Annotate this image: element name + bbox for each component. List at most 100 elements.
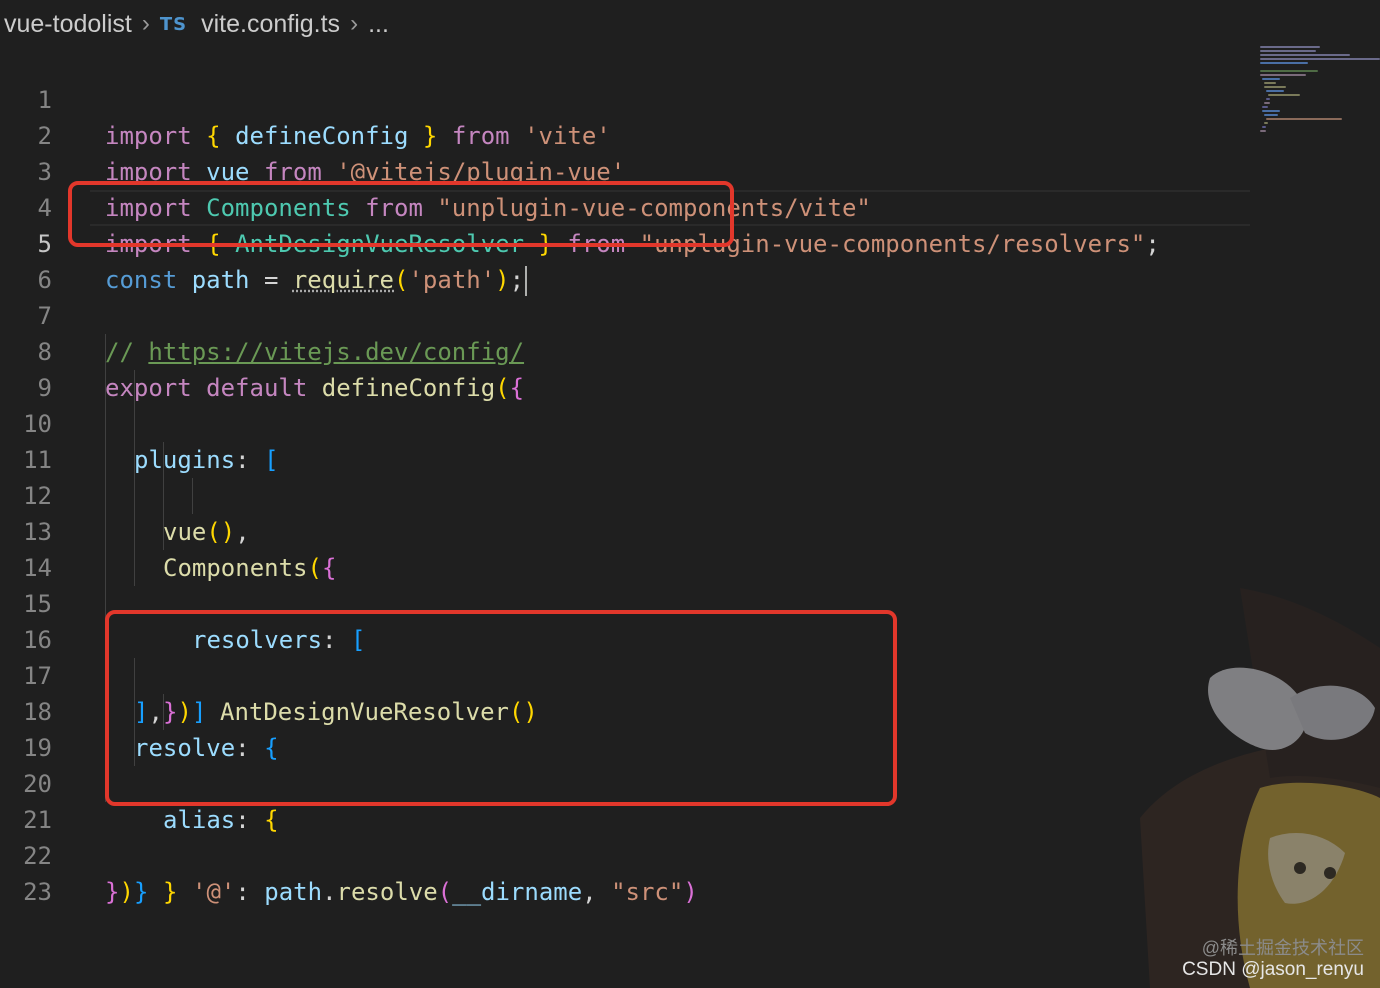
minimap-line bbox=[1262, 106, 1268, 108]
indent-guide bbox=[134, 730, 135, 766]
code-line[interactable]: 21 } bbox=[0, 766, 1250, 906]
indent-guide bbox=[105, 442, 106, 478]
code-line[interactable]: 17 resolve: { bbox=[0, 622, 1250, 762]
minimap-line bbox=[1260, 130, 1266, 132]
minimap-line bbox=[1264, 82, 1276, 84]
indent-guide bbox=[134, 550, 135, 586]
minimap-line bbox=[1260, 46, 1320, 48]
code-line[interactable]: 8 export default defineConfig({ bbox=[0, 298, 1250, 402]
background-character-image bbox=[1140, 588, 1380, 988]
minimap-line bbox=[1266, 98, 1270, 100]
indent-guide bbox=[163, 442, 164, 478]
code-line[interactable]: 20 } bbox=[0, 730, 1250, 906]
chevron-right-icon: › bbox=[350, 10, 359, 37]
indent-guide bbox=[134, 478, 135, 514]
token: resolve bbox=[336, 878, 438, 906]
token: '@' bbox=[192, 878, 236, 906]
code-area[interactable]: 1 import { defineConfig } from 'vite' 2 … bbox=[0, 46, 1250, 906]
indent-guide bbox=[134, 658, 135, 694]
minimap-line bbox=[1262, 126, 1266, 128]
indent-guide bbox=[163, 514, 164, 550]
line-content: }) bbox=[105, 874, 134, 910]
code-line[interactable]: 11 Components({ bbox=[0, 406, 1250, 582]
token: ) bbox=[119, 878, 134, 906]
typescript-icon: TS bbox=[159, 13, 188, 35]
token: : bbox=[235, 878, 250, 906]
token: . bbox=[322, 878, 337, 906]
token: ) bbox=[683, 878, 698, 906]
code-line-current[interactable]: 5 const path = require('path'); bbox=[0, 190, 1250, 296]
code-line[interactable]: 1 import { defineConfig } from 'vite' bbox=[0, 46, 1250, 150]
indent-guide bbox=[105, 334, 106, 370]
code-line[interactable]: 16 ], bbox=[0, 586, 1250, 726]
code-line[interactable]: 19 '@': path.resolve(__dirname, "src") bbox=[0, 694, 1250, 906]
minimap-line bbox=[1260, 58, 1380, 60]
indent-guide bbox=[163, 478, 164, 514]
code-line[interactable]: 12 resolvers: [ bbox=[0, 442, 1250, 654]
indent-guide bbox=[105, 514, 106, 550]
code-line[interactable]: 9 plugins: [ bbox=[0, 334, 1250, 474]
code-line[interactable]: 7 // https://vitejs.dev/config/ bbox=[0, 262, 1250, 366]
code-line[interactable]: 23 bbox=[0, 838, 1250, 906]
minimap-line bbox=[1260, 74, 1306, 76]
indent-guide bbox=[105, 406, 106, 442]
indent-guide bbox=[134, 514, 135, 550]
watermark-juejin: @稀土掘金技术社区 bbox=[1201, 938, 1364, 958]
code-line[interactable]: 18 alias: { bbox=[0, 658, 1250, 834]
token: __dirname bbox=[452, 878, 583, 906]
indent-guide bbox=[134, 370, 135, 406]
token: ( bbox=[437, 878, 453, 906]
minimap-line bbox=[1264, 114, 1278, 116]
code-line[interactable]: 3 import Components from "unplugin-vue-c… bbox=[0, 118, 1250, 222]
line-content: '@': path.resolve(__dirname, "src") bbox=[192, 874, 698, 910]
minimap-line bbox=[1264, 122, 1268, 124]
minimap-line bbox=[1260, 50, 1316, 52]
line-number: 23 bbox=[23, 878, 52, 906]
minimap-line bbox=[1266, 90, 1284, 92]
code-line[interactable]: 2 import vue from '@vitejs/plugin-vue' bbox=[0, 82, 1250, 186]
indent-guide bbox=[105, 730, 106, 766]
line-content: } bbox=[163, 874, 177, 910]
code-editor[interactable]: vue-todolist › TS vite.config.ts › ... 1… bbox=[0, 0, 1380, 988]
line-content: } bbox=[134, 874, 148, 910]
minimap-line bbox=[1262, 110, 1280, 112]
minimap[interactable] bbox=[1258, 44, 1380, 144]
indent-guide bbox=[105, 766, 106, 802]
code-line[interactable]: 4 import { AntDesignVueResolver } from "… bbox=[0, 154, 1250, 258]
minimap-line bbox=[1262, 78, 1280, 80]
minimap-line bbox=[1260, 54, 1350, 56]
token: path bbox=[264, 878, 323, 906]
token: } bbox=[163, 878, 178, 906]
minimap-line bbox=[1264, 86, 1286, 88]
code-line[interactable]: 6 bbox=[0, 226, 1250, 294]
indent-guide bbox=[105, 658, 106, 694]
indent-guide bbox=[105, 622, 106, 658]
indent-guide bbox=[163, 694, 164, 730]
code-line[interactable]: 15 }) bbox=[0, 550, 1250, 726]
breadcrumb-folder[interactable]: vue-todolist bbox=[4, 10, 132, 39]
indent-guide bbox=[134, 406, 135, 442]
minimap-line bbox=[1268, 94, 1300, 96]
indent-guide bbox=[192, 478, 193, 514]
indent-guide bbox=[134, 694, 135, 730]
indent-guide bbox=[105, 694, 106, 730]
token: , bbox=[582, 878, 597, 906]
code-line[interactable]: 10 vue(), bbox=[0, 370, 1250, 546]
breadcrumb-file[interactable]: vite.config.ts bbox=[201, 10, 340, 39]
chevron-right-icon: › bbox=[141, 10, 150, 37]
token: } bbox=[105, 878, 120, 906]
watermark-csdn: CSDN @jason_renyu bbox=[1182, 959, 1364, 980]
minimap-line bbox=[1260, 62, 1308, 64]
watermark: @稀土掘金技术社区 CSDN @jason_renyu bbox=[1182, 938, 1364, 980]
minimap-line bbox=[1264, 102, 1270, 104]
token: } bbox=[134, 878, 149, 906]
indent-guide bbox=[105, 478, 106, 514]
minimap-line bbox=[1260, 70, 1318, 72]
indent-guide bbox=[105, 370, 106, 406]
code-line[interactable]: 13 AntDesignVueResolver() bbox=[0, 478, 1250, 726]
indent-guide bbox=[105, 586, 106, 622]
breadcrumb-more[interactable]: ... bbox=[368, 10, 389, 39]
code-line[interactable]: 22 }) bbox=[0, 802, 1250, 906]
token: "src" bbox=[611, 878, 684, 906]
code-line[interactable]: 14 ] bbox=[0, 514, 1250, 726]
